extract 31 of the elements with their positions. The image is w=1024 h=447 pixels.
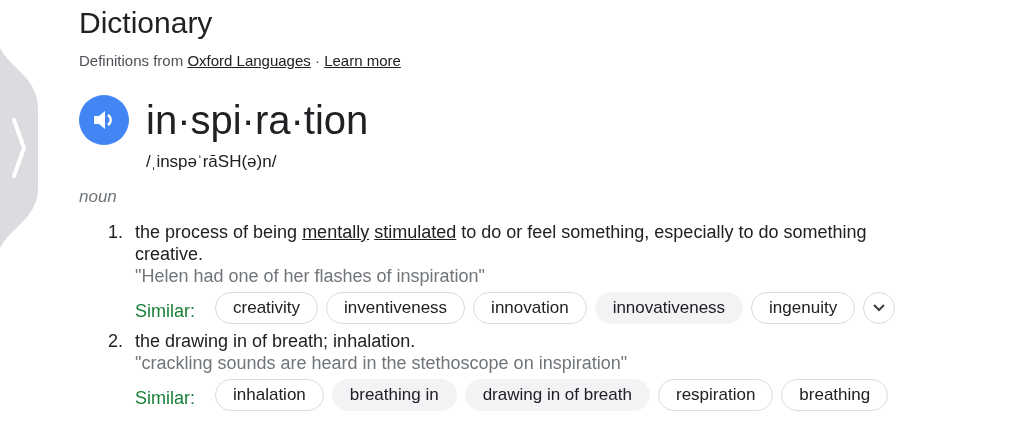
definition-text: the drawing in of breath; inhalation. xyxy=(135,330,417,352)
definition-link[interactable]: mentally xyxy=(302,222,370,242)
chevron-down-icon xyxy=(873,304,886,312)
synonym-chip[interactable]: innovation xyxy=(473,292,587,324)
dictionary-title: Dictionary xyxy=(79,5,214,41)
part-of-speech: noun xyxy=(79,185,118,208)
similar-label: Similar: xyxy=(135,387,195,409)
example-text: "crackling sounds are heard in the stethoscope on inspiration" xyxy=(135,352,629,374)
definition-text: the process of being mentally stimulated to do or feel something, especially to do something creative. xyxy=(135,221,868,265)
synonym-chip[interactable]: breathing xyxy=(781,379,889,411)
speaker-button[interactable] xyxy=(79,95,129,145)
source-text: Definitions from xyxy=(79,52,185,69)
example-text: "Helen had one of her flashes of inspiration" xyxy=(135,265,486,287)
expand-button[interactable] xyxy=(863,292,896,324)
synonym-chip[interactable]: innovativeness xyxy=(594,292,744,324)
sense-number: 1. xyxy=(108,221,124,244)
separator-dot: · xyxy=(313,52,321,69)
synonym-chip[interactable]: inhalation xyxy=(215,379,324,411)
headword: in·spi·ra·tion xyxy=(146,97,369,144)
synonym-chip[interactable]: breathing in xyxy=(331,379,457,411)
synonym-chip[interactable]: drawing in of breath xyxy=(464,379,650,411)
synonym-chip[interactable]: inventiveness xyxy=(326,292,466,324)
similar-label: Similar: xyxy=(135,300,195,322)
synonym-chip[interactable]: respiration xyxy=(657,379,774,411)
definition-link[interactable]: stimulated xyxy=(374,222,457,242)
synonym-chip[interactable]: creativity xyxy=(215,292,319,324)
sense-number: 2. xyxy=(108,330,124,353)
source-link[interactable]: Oxford Languages xyxy=(187,52,311,69)
pronunciation: /ˌinspəˈrāSH(ə)n/ xyxy=(146,151,278,173)
synonym-chip[interactable]: ingenuity xyxy=(751,292,856,324)
learn-more-link[interactable]: Learn more xyxy=(324,52,401,69)
